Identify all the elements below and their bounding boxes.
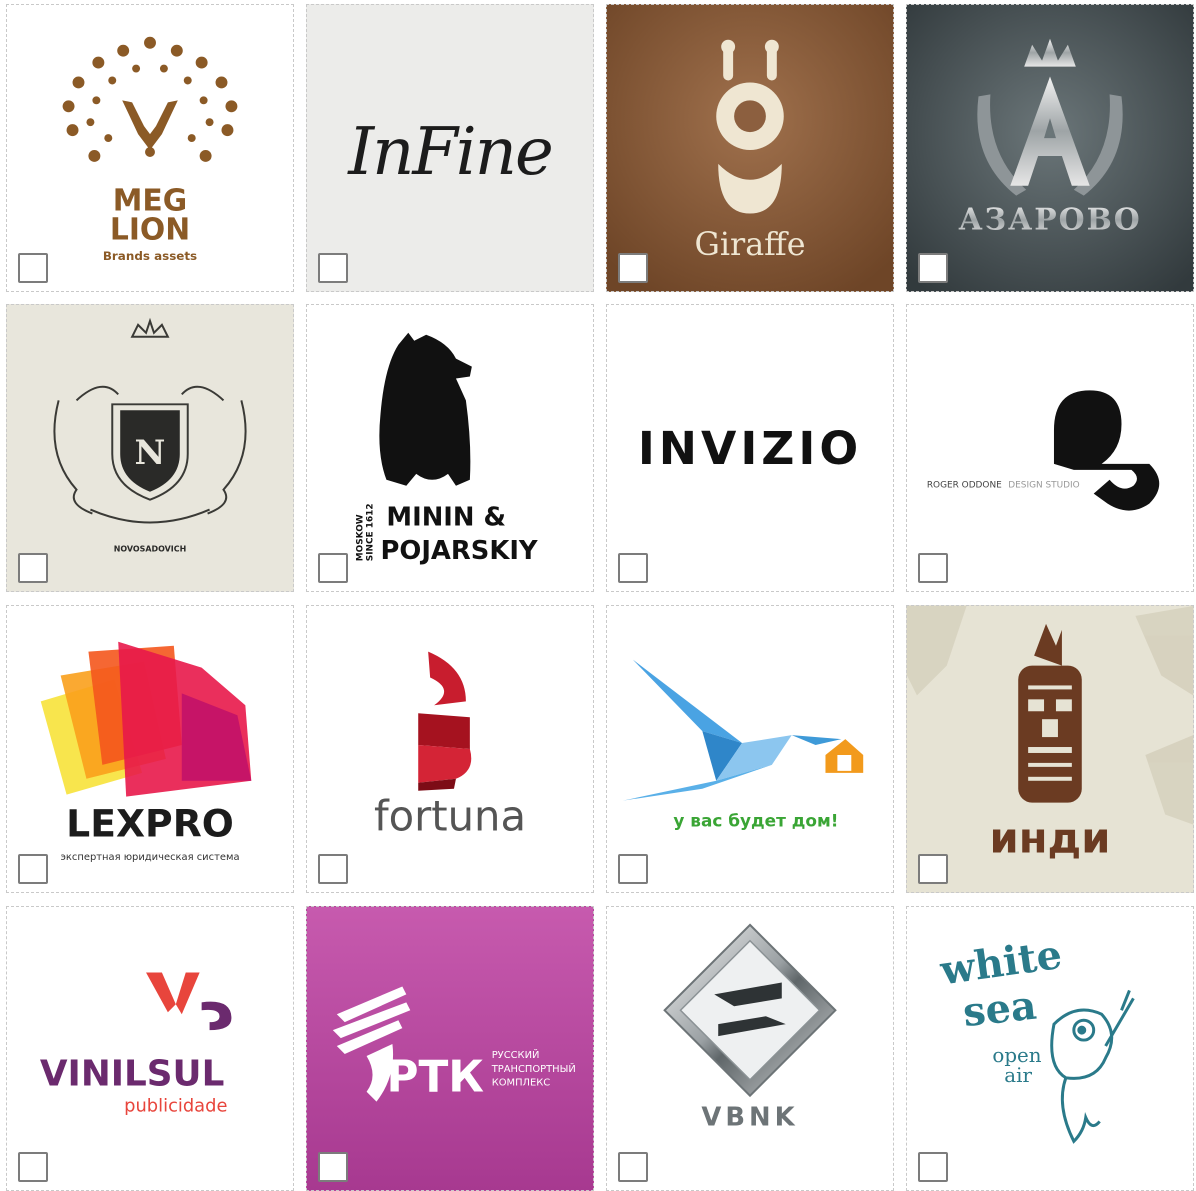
logo-tile-indi[interactable]: инди	[906, 605, 1194, 893]
whitesea-wordmark-1: white	[937, 932, 1065, 995]
select-checkbox-fortuna[interactable]	[318, 854, 348, 884]
whitesea-wordmark-2: sea	[961, 983, 1039, 1036]
megalion-logo: MEG LION Brands assets	[62, 36, 238, 263]
logo-tile-minin[interactable]: MOSKOW SINCE 1612 MININ & POJARSKIY	[306, 304, 594, 592]
logo-tile-invizio[interactable]: INVIZIO	[606, 304, 894, 592]
logo-tile-lexpro[interactable]: LEXPRO экспертная юридическая система	[6, 605, 294, 893]
minin-side-text-2: SINCE 1612	[366, 503, 376, 561]
invizio-wordmark: INVIZIO	[638, 422, 862, 475]
select-checkbox-invizio[interactable]	[618, 553, 648, 583]
select-checkbox-indi[interactable]	[918, 854, 948, 884]
logo-tile-novosadovich[interactable]: N NOVOSADOVICH	[6, 304, 294, 592]
azarovo-logo: АЗАРОВО	[907, 5, 1193, 291]
select-checkbox-giraffe[interactable]	[618, 253, 648, 283]
vinilsul-wordmark: VINILSUL	[40, 1054, 224, 1095]
rtk-tagline-1: РУССКИЙ	[492, 1048, 540, 1061]
lexpro-tagline: экспертная юридическая система	[60, 852, 239, 863]
novosadovich-wordmark: NOVOSADOVICH	[114, 544, 186, 553]
select-checkbox-azarovo[interactable]	[918, 253, 948, 283]
select-checkbox-vbnk[interactable]	[618, 1152, 648, 1182]
select-checkbox-megalion[interactable]	[18, 253, 48, 283]
logo-tile-dom[interactable]: у вас будет дом!	[606, 605, 894, 893]
logo-grid: MEG LION Brands assets InFine Giraffe АЗ…	[6, 4, 1196, 1191]
minin-side-text-1: MOSKOW	[356, 514, 366, 561]
indi-logo: инди	[907, 606, 1193, 862]
rtk-tagline-3: КОМПЛЕКС	[492, 1078, 551, 1089]
rogeroddone-wordmark: ROGER ODDONE	[927, 481, 1002, 491]
svg-text:N: N	[135, 432, 166, 472]
select-checkbox-infine[interactable]	[318, 253, 348, 283]
select-checkbox-rtk[interactable]	[318, 1152, 348, 1182]
dom-wordmark: у вас будет дом!	[673, 810, 838, 830]
select-checkbox-rogeroddone[interactable]	[918, 553, 948, 583]
logo-tile-megalion[interactable]: MEG LION Brands assets	[6, 4, 294, 292]
select-checkbox-vinilsul[interactable]	[18, 1152, 48, 1182]
select-checkbox-novosadovich[interactable]	[18, 553, 48, 583]
logo-tile-whitesea[interactable]: white sea open air	[906, 906, 1194, 1191]
vbnk-logo: VBNK	[663, 923, 837, 1132]
fortuna-wordmark: fortuna	[374, 791, 526, 840]
select-checkbox-minin[interactable]	[318, 553, 348, 583]
vinilsul-logo: VINILSUL publicidade	[40, 972, 232, 1117]
dom-logo: у вас будет дом!	[622, 659, 864, 830]
minin-wordmark-1: MININ &	[386, 502, 506, 532]
rtk-tagline-2: ТРАНСПОРТНЫЙ	[491, 1062, 576, 1075]
select-checkbox-dom[interactable]	[618, 854, 648, 884]
logo-tile-azarovo[interactable]: АЗАРОВО	[906, 4, 1194, 292]
megalion-wordmark-2: LION	[110, 212, 190, 247]
whitesea-tagline-2: air	[1004, 1064, 1032, 1087]
vinilsul-tagline: publicidade	[124, 1096, 227, 1117]
giraffe-logo: Giraffe	[607, 5, 893, 291]
rogeroddone-logo: ROGER ODDONE DESIGN STUDIO	[927, 390, 1160, 511]
logo-tile-infine[interactable]: InFine	[306, 4, 594, 292]
indi-wordmark: инди	[990, 813, 1111, 862]
select-checkbox-lexpro[interactable]	[18, 854, 48, 884]
lexpro-logo: LEXPRO экспертная юридическая система	[40, 641, 252, 863]
rtk-logo: РТК РУССКИЙ ТРАНСПОРТНЫЙ КОМПЛЕКС	[307, 907, 593, 1190]
logo-tile-vinilsul[interactable]: VINILSUL publicidade	[6, 906, 294, 1191]
vbnk-wordmark: VBNK	[701, 1102, 798, 1132]
invizio-logo: INVIZIO	[638, 422, 862, 475]
logo-tile-rogeroddone[interactable]: ROGER ODDONE DESIGN STUDIO	[906, 304, 1194, 592]
rogeroddone-wordmark-light: DESIGN STUDIO	[1008, 481, 1079, 491]
logo-tile-fortuna[interactable]: fortuna	[306, 605, 594, 893]
logo-tile-rtk[interactable]: РТК РУССКИЙ ТРАНСПОРТНЫЙ КОМПЛЕКС	[306, 906, 594, 1191]
infine-wordmark: InFine	[347, 114, 552, 190]
giraffe-wordmark: Giraffe	[694, 227, 805, 263]
minin-logo: MOSKOW SINCE 1612 MININ & POJARSKIY	[356, 332, 538, 566]
select-checkbox-whitesea[interactable]	[918, 1152, 948, 1182]
azarovo-wordmark: АЗАРОВО	[958, 202, 1141, 237]
novosadovich-logo: N NOVOSADOVICH	[53, 317, 247, 553]
logo-tile-vbnk[interactable]: VBNK	[606, 906, 894, 1191]
infine-logo: InFine	[347, 114, 554, 190]
fortuna-logo: fortuna	[374, 651, 526, 840]
whitesea-logo: white sea open air	[937, 932, 1135, 1144]
logo-tile-giraffe[interactable]: Giraffe	[606, 4, 894, 292]
rtk-wordmark: РТК	[386, 1052, 484, 1103]
minin-wordmark-2: POJARSKIY	[380, 536, 537, 566]
lexpro-wordmark: LEXPRO	[66, 801, 234, 845]
megalion-tagline: Brands assets	[103, 249, 197, 263]
